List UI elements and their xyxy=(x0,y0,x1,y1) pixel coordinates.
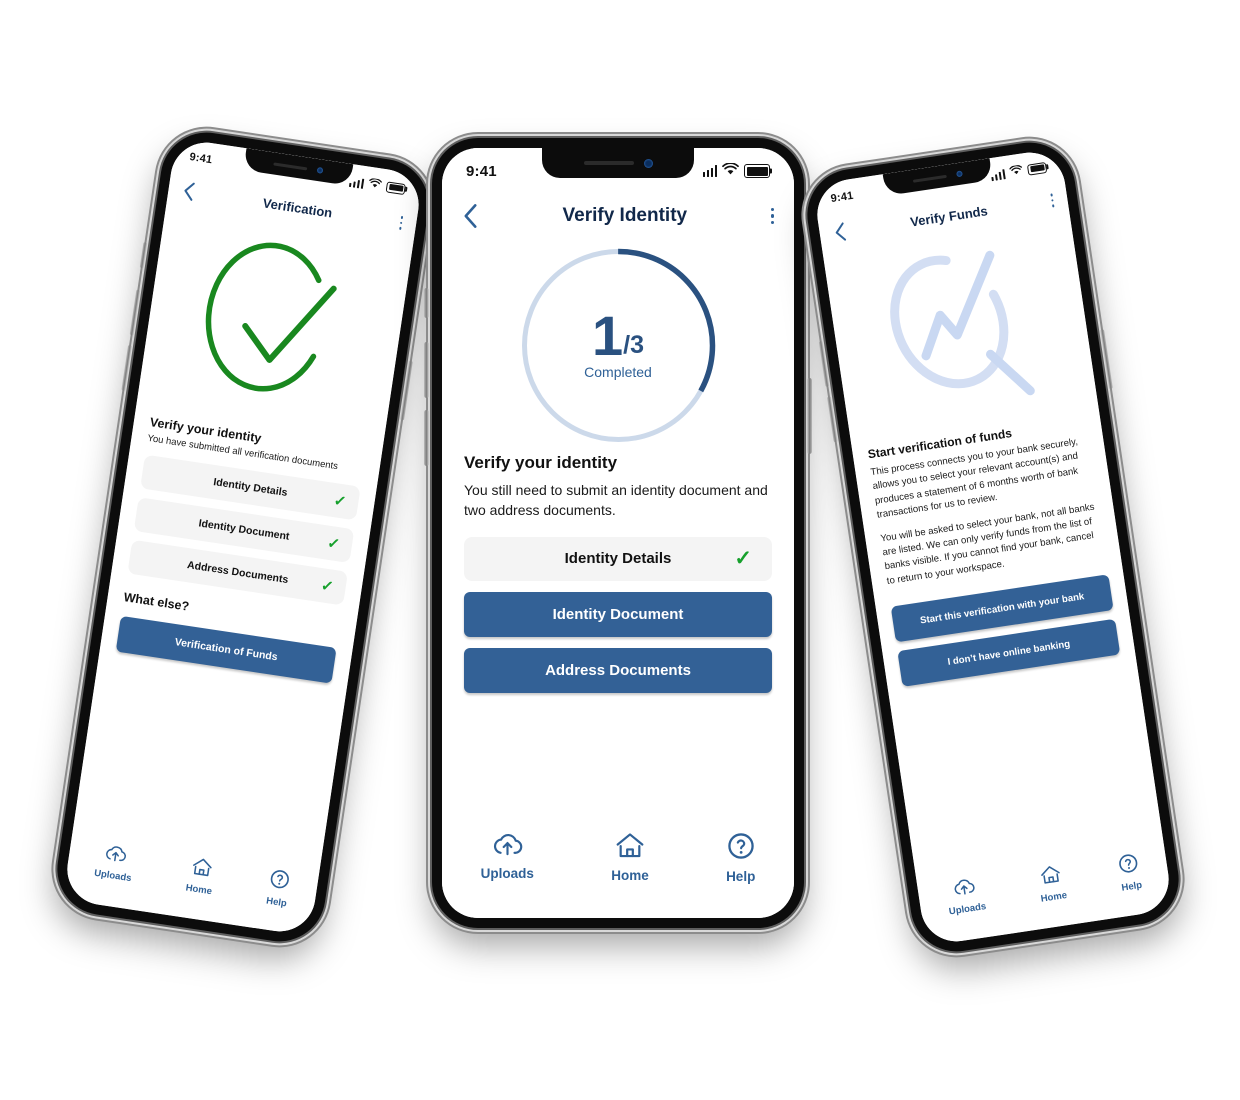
front-camera-icon xyxy=(956,170,963,178)
battery-icon xyxy=(1026,161,1048,176)
phone-left-screen: 9:41 Verification Verify your identity Y… xyxy=(62,137,424,937)
volume-up-button[interactable] xyxy=(818,340,830,387)
battery-icon xyxy=(385,180,407,195)
check-icon: ✓ xyxy=(734,547,752,571)
volume-down-button[interactable] xyxy=(826,396,838,443)
signal-bars-icon xyxy=(990,168,1006,181)
volume-up-button[interactable] xyxy=(424,342,429,398)
magnifier-chart-watermark-icon xyxy=(868,229,1054,436)
page-title: Verify Identity xyxy=(562,205,688,226)
volume-down-button[interactable] xyxy=(424,410,429,466)
notch xyxy=(542,148,694,178)
front-camera-icon xyxy=(643,158,653,168)
wifi-icon xyxy=(722,161,739,180)
kebab-menu-icon[interactable] xyxy=(398,216,404,230)
signal-bars-icon xyxy=(702,164,717,177)
progress-total: /3 xyxy=(623,331,644,360)
content-body: Verify your identity You have submitted … xyxy=(73,413,383,867)
section-heading: Verify your identity xyxy=(464,453,618,472)
battery-icon xyxy=(744,164,770,178)
tab-home[interactable]: Home xyxy=(1036,863,1068,905)
cloud-upload-icon xyxy=(103,843,128,869)
cloud-upload-icon xyxy=(492,832,523,862)
volume-down-button[interactable] xyxy=(121,344,133,391)
tab-home[interactable]: Home xyxy=(611,832,649,883)
address-documents-button[interactable]: Address Documents xyxy=(464,647,772,693)
tab-label: Home xyxy=(1040,889,1068,905)
status-time: 9:41 xyxy=(188,150,214,167)
tab-home[interactable]: Home xyxy=(185,856,217,897)
volume-up-button[interactable] xyxy=(129,289,141,336)
kebab-menu-icon[interactable] xyxy=(770,207,774,225)
list-item-label: Identity Details xyxy=(212,475,289,499)
list-item-label: Identity Details xyxy=(564,550,672,568)
wifi-icon xyxy=(1009,164,1024,179)
mute-switch[interactable] xyxy=(424,288,429,318)
content-body: Start verification of funds This process… xyxy=(852,413,1163,877)
tab-label: Home xyxy=(184,882,213,898)
tab-label: Help xyxy=(1120,879,1143,894)
status-time: 9:41 xyxy=(829,189,855,206)
content-body: Verify your identity You still need to s… xyxy=(442,453,794,820)
check-icon: ✓ xyxy=(319,576,335,596)
phone-center-verify-identity: 9:41 Verify Identity 1 /3 Completed Veri… xyxy=(424,138,812,928)
phone-left-verification: 9:41 Verification Verify your identity Y… xyxy=(51,126,435,948)
tab-label: Uploads xyxy=(948,901,987,918)
check-icon: ✓ xyxy=(326,534,342,554)
list-item-label: Identity Document xyxy=(197,517,291,543)
list-item-label: Address Documents xyxy=(186,558,290,586)
green-check-circle-icon xyxy=(186,222,362,432)
power-button[interactable] xyxy=(1100,329,1113,390)
power-button[interactable] xyxy=(400,360,413,421)
phone-right-screen: 9:41 Verify Funds Start verification of … xyxy=(812,147,1174,947)
tab-help[interactable]: Help xyxy=(1117,852,1143,894)
home-icon xyxy=(615,832,645,864)
identity-document-button[interactable]: Identity Document xyxy=(464,591,772,637)
tab-help[interactable]: Help xyxy=(265,868,291,910)
hero-illustration xyxy=(135,205,413,450)
home-icon xyxy=(1039,864,1063,891)
earpiece-speaker-icon xyxy=(912,174,947,183)
progress-value: 1/3 xyxy=(591,304,644,368)
hero-illustration xyxy=(823,215,1100,450)
phone-right-verify-funds: 9:41 Verify Funds Start verification of … xyxy=(801,136,1185,958)
tab-label: Uploads xyxy=(480,866,534,881)
tab-uploads[interactable]: Uploads xyxy=(481,832,534,881)
tab-uploads[interactable]: Uploads xyxy=(93,842,136,884)
signal-bars-icon xyxy=(348,175,365,189)
app-bar: Verify Identity xyxy=(442,194,794,238)
back-chevron-icon[interactable] xyxy=(462,203,479,229)
progress-caption: Completed xyxy=(584,363,652,380)
tab-label: Help xyxy=(265,895,288,910)
list-item-identity-details[interactable]: Identity Details ✓ xyxy=(464,536,772,581)
progress-ring: 1/3 Completed xyxy=(516,243,721,448)
phone-mockup-stage: 9:41 Verification Verify your identity Y… xyxy=(0,0,1240,1100)
tab-label: Help xyxy=(726,869,756,884)
mute-switch[interactable] xyxy=(139,242,148,269)
bottom-tab-bar: Uploads Home Help xyxy=(442,820,794,918)
question-circle-icon xyxy=(727,832,755,865)
progress-ring-label: 1/3 Completed xyxy=(584,304,652,380)
earpiece-speaker-icon xyxy=(583,161,634,165)
status-time: 9:41 xyxy=(466,162,497,180)
question-circle-icon xyxy=(1117,852,1140,880)
phone-center-screen: 9:41 Verify Identity 1 /3 Completed Veri… xyxy=(442,148,794,918)
power-button[interactable] xyxy=(807,378,812,454)
earpiece-speaker-icon xyxy=(273,161,308,170)
wifi-icon xyxy=(368,177,383,192)
tab-help[interactable]: Help xyxy=(726,832,755,884)
tab-uploads[interactable]: Uploads xyxy=(944,875,987,917)
tab-label: Home xyxy=(611,868,649,883)
section-description: You still need to submit an identity doc… xyxy=(464,482,768,519)
hero-progress-ring: 1/3 Completed xyxy=(442,238,794,453)
question-circle-icon xyxy=(268,868,291,896)
check-icon: ✓ xyxy=(332,491,348,511)
home-icon xyxy=(190,856,214,883)
cloud-upload-icon xyxy=(952,876,977,902)
front-camera-icon xyxy=(316,166,324,174)
tab-label: Uploads xyxy=(93,867,133,885)
